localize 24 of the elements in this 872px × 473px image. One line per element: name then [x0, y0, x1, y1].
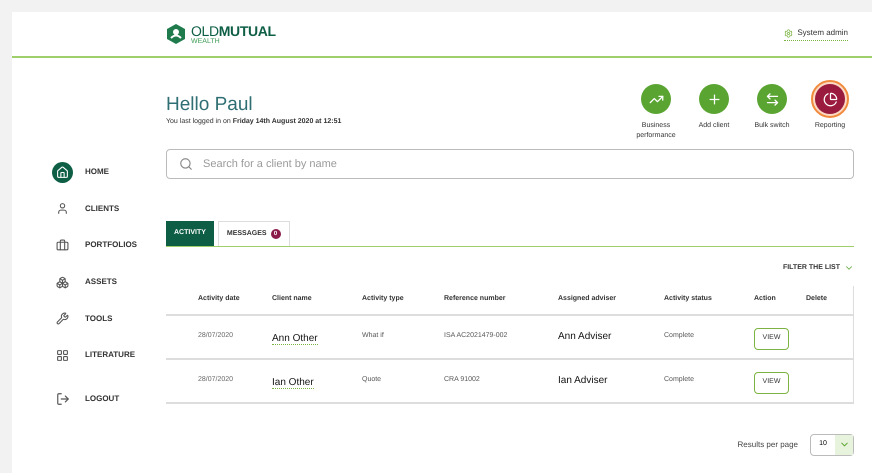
greeting-title: Hello Paul [166, 93, 254, 117]
nav-item[interactable]: PORTFOLIOS [52, 227, 166, 264]
nav-item[interactable]: LITERATURE [52, 336, 166, 374]
nav-item[interactable]: ASSETS [52, 264, 166, 300]
table-cell-text: Ian Adviser [558, 374, 608, 388]
search-icon [179, 157, 193, 171]
search-field[interactable]: Search for a client by name [166, 149, 854, 179]
plus-icon [699, 84, 729, 114]
client-link[interactable]: Ann Other [272, 332, 318, 344]
logout-link[interactable]: LOGOUT [52, 388, 166, 410]
arrows-icon [757, 84, 787, 114]
results-per-page-label: Results per page [738, 438, 798, 450]
trend-icon [641, 84, 671, 114]
client-link[interactable]: Ian Other [272, 376, 314, 388]
nav-item[interactable]: TOOLS [52, 300, 166, 337]
nav-item[interactable]: HOME [52, 154, 166, 191]
logo-icon [165, 23, 187, 45]
gear-icon [784, 28, 794, 38]
system-admin-link[interactable]: System admin [784, 27, 848, 41]
table-cell-text: Ann Adviser [558, 330, 612, 344]
pie-chart-icon [815, 84, 845, 114]
logo-text: OLDMUTUAL [191, 24, 276, 38]
home-icon [52, 162, 73, 183]
nav-item[interactable]: CLIENTS [52, 190, 166, 228]
